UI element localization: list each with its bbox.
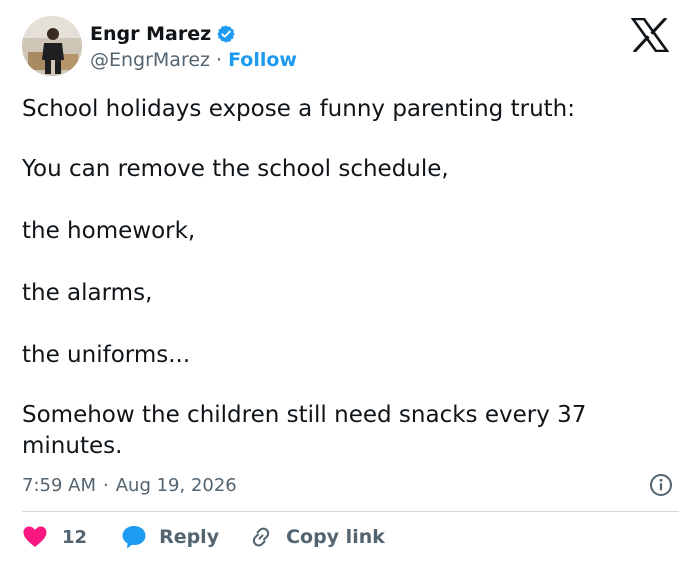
tweet-time: 7:59 AM — [22, 474, 96, 496]
handle[interactable]: @EngrMarez — [90, 49, 210, 71]
tweet-line: the alarms, — [22, 280, 153, 306]
tweet-line: the uniforms... — [22, 342, 191, 368]
follow-button[interactable]: Follow — [228, 49, 297, 71]
handle-separator: · — [216, 49, 223, 71]
divider — [22, 511, 679, 512]
tweet-card: Engr Marez @EngrMarez · Follow School ho… — [0, 0, 700, 563]
reply-label: Reply — [159, 526, 220, 548]
heart-icon — [22, 525, 48, 549]
like-button[interactable]: 12 — [22, 525, 87, 549]
verified-badge-icon — [216, 24, 236, 44]
action-bar: 12 Reply Copy link — [22, 522, 385, 552]
copy-link-button[interactable]: Copy link — [249, 525, 385, 549]
timestamp[interactable]: 7:59 AM · Aug 19, 2026 — [22, 473, 237, 497]
info-icon[interactable] — [649, 473, 673, 497]
tweet-line: Somehow the children still need snacks e… — [22, 402, 587, 459]
link-icon — [249, 525, 273, 549]
avatar-photo-icon — [22, 16, 82, 76]
author-name-row: Engr Marez — [90, 22, 236, 46]
tweet-date: Aug 19, 2026 — [115, 474, 237, 496]
timestamp-separator: · — [103, 474, 109, 496]
tweet-line: the homework, — [22, 218, 196, 244]
display-name[interactable]: Engr Marez — [90, 23, 211, 45]
x-logo-icon[interactable] — [630, 16, 670, 54]
speech-bubble-icon — [121, 524, 147, 550]
like-count: 12 — [62, 526, 88, 548]
tweet-line: You can remove the school schedule, — [22, 156, 449, 182]
reply-button[interactable]: Reply — [121, 524, 219, 550]
avatar[interactable] — [22, 16, 82, 76]
copy-link-label: Copy link — [286, 526, 385, 548]
tweet-line: School holidays expose a funny parenting… — [22, 96, 575, 122]
handle-row: @EngrMarez · Follow — [90, 48, 297, 72]
